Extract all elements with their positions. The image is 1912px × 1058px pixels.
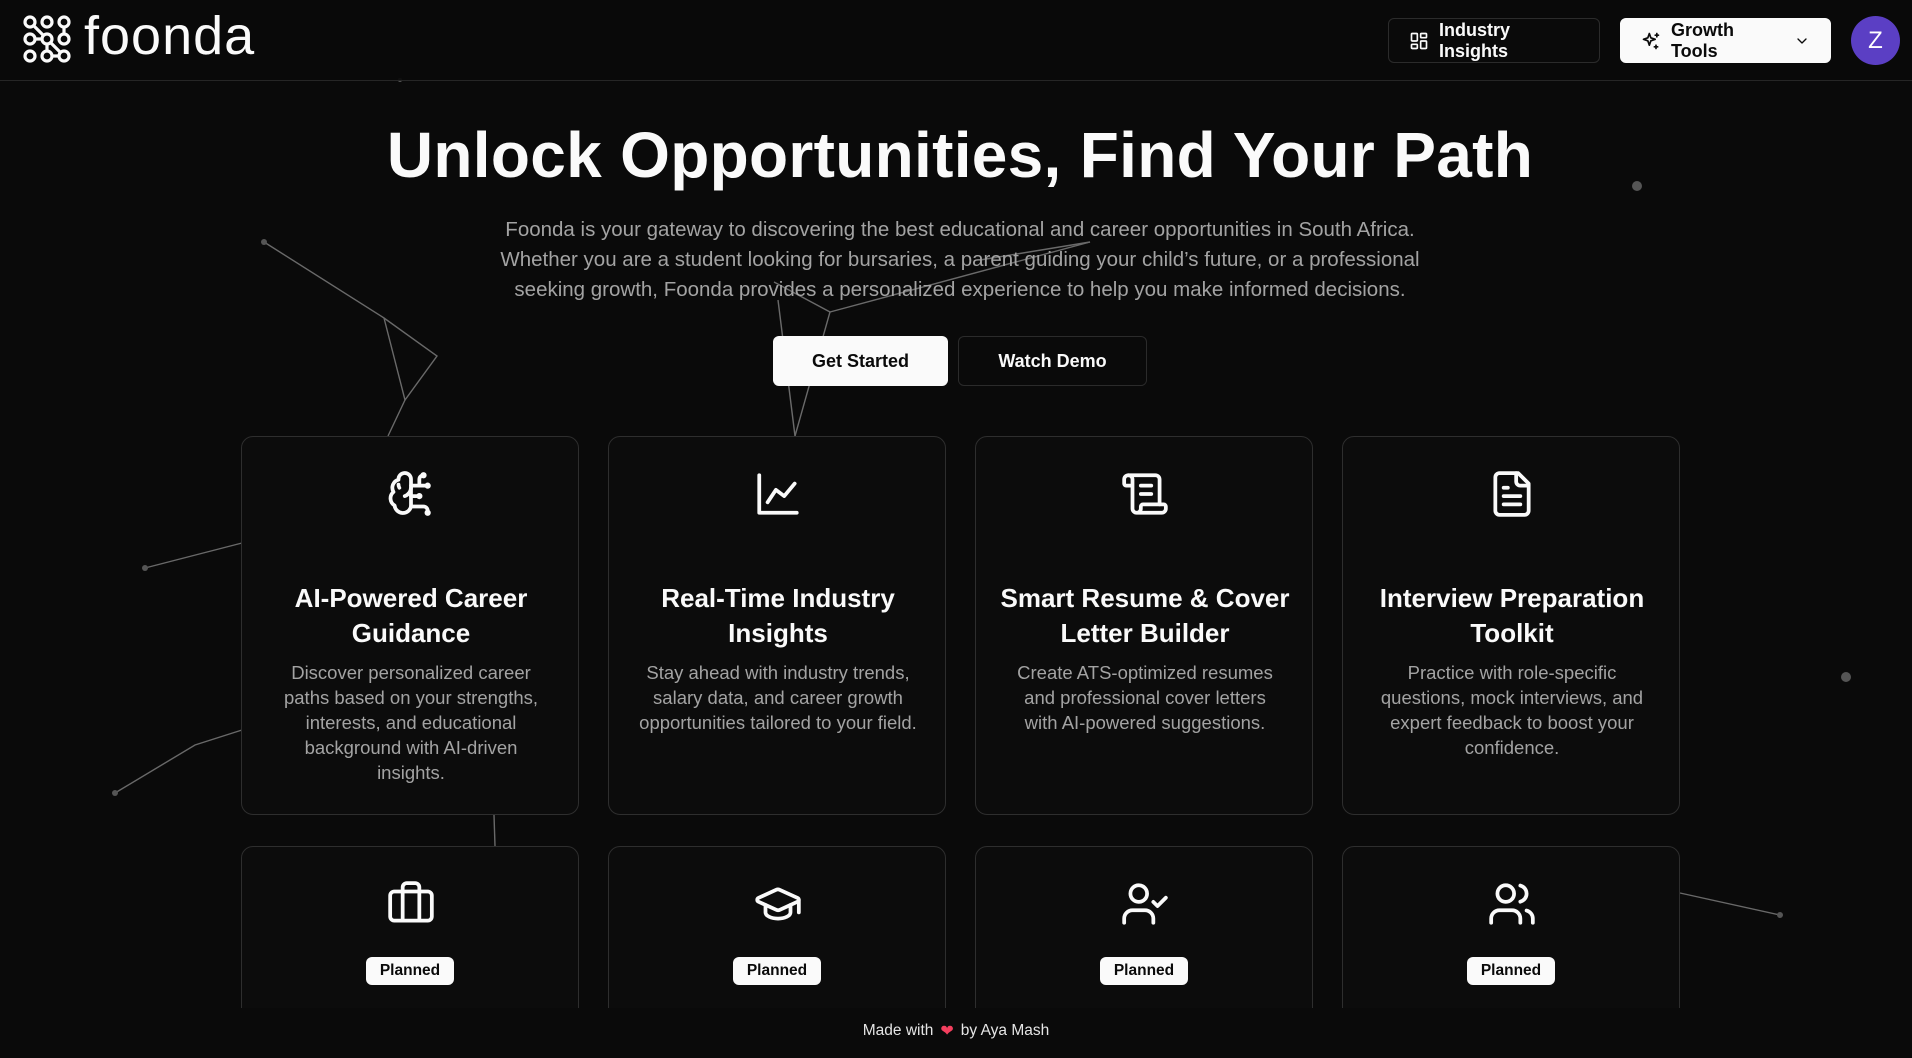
growth-tools-button[interactable]: Growth Tools bbox=[1620, 18, 1831, 63]
user-check-icon bbox=[1120, 879, 1170, 929]
feature-title: Interview Preparation Toolkit bbox=[1379, 583, 1645, 648]
get-started-button[interactable]: Get Started bbox=[773, 336, 948, 386]
industry-insights-label: Industry Insights bbox=[1439, 19, 1511, 61]
user-avatar[interactable]: Z bbox=[1851, 16, 1900, 65]
feature-description: Discover personalized career paths based… bbox=[283, 662, 539, 783]
graduation-cap-icon bbox=[753, 879, 803, 929]
layout-dashboard-icon bbox=[1410, 32, 1428, 49]
planned-badge: Planned bbox=[1467, 957, 1555, 985]
logo-icon bbox=[23, 15, 71, 63]
feature-title: AI-Powered Career Guidance bbox=[294, 583, 528, 648]
briefcase-icon bbox=[386, 879, 436, 929]
scroll-icon bbox=[1120, 469, 1170, 519]
heart-icon: ❤ bbox=[940, 1023, 954, 1040]
feature-description: Stay ahead with industry trends, salary … bbox=[639, 662, 917, 733]
top-nav: foonda Industry Insights Growth Tools Z bbox=[0, 0, 1912, 81]
industry-insights-button[interactable]: Industry Insights bbox=[1388, 18, 1600, 63]
hero-title: Unlock Opportunities, Find Your Path bbox=[386, 119, 1534, 191]
feature-card-resume-builder[interactable]: Smart Resume & Cover Letter Builder Crea… bbox=[975, 436, 1313, 815]
line-chart-icon bbox=[753, 469, 803, 519]
chevron-down-icon bbox=[1797, 37, 1807, 44]
feature-title: Smart Resume & Cover Letter Builder bbox=[1000, 583, 1290, 648]
footer: Made with ❤ by Aya Mash bbox=[0, 1008, 1912, 1058]
planned-badge: Planned bbox=[366, 957, 454, 985]
file-text-icon bbox=[1487, 469, 1537, 519]
hero-description: Foonda is your gateway to discovering th… bbox=[500, 218, 1420, 301]
feature-description: Practice with role-specific questions, m… bbox=[1380, 662, 1644, 758]
watch-demo-button[interactable]: Watch Demo bbox=[958, 336, 1147, 386]
logo[interactable]: foonda bbox=[22, 6, 256, 66]
footer-made-with: Made with bbox=[862, 1022, 934, 1039]
feature-title: Real-Time Industry Insights bbox=[661, 583, 895, 648]
sparkles-icon bbox=[1642, 32, 1660, 49]
planned-badge: Planned bbox=[1100, 957, 1188, 985]
feature-card-industry-insights[interactable]: Real-Time Industry Insights Stay ahead w… bbox=[608, 436, 946, 815]
footer-author[interactable]: by Aya Mash bbox=[961, 1022, 1049, 1040]
brain-circuit-icon bbox=[386, 469, 436, 519]
planned-badge: Planned bbox=[733, 957, 821, 985]
feature-description: Create ATS-optimized resumes and profess… bbox=[1017, 662, 1273, 733]
growth-tools-label: Growth Tools bbox=[1671, 19, 1734, 61]
feature-card-career-guidance[interactable]: AI-Powered Career Guidance Discover pers… bbox=[241, 436, 579, 815]
users-icon bbox=[1487, 879, 1537, 929]
logo-text: foonda bbox=[84, 6, 256, 66]
feature-card-interview-prep[interactable]: Interview Preparation Toolkit Practice w… bbox=[1342, 436, 1680, 815]
